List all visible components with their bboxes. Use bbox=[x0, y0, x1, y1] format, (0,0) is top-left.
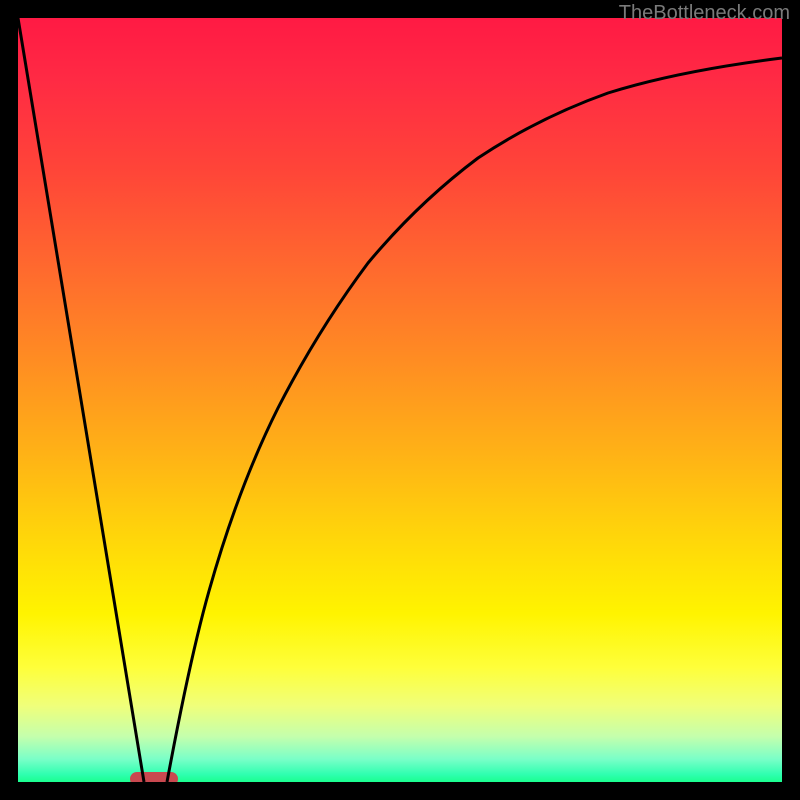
plot-area bbox=[18, 18, 782, 782]
chart-curves bbox=[18, 18, 782, 782]
right-curve bbox=[167, 58, 782, 782]
chart-container: TheBottleneck.com bbox=[0, 0, 800, 800]
watermark-text: TheBottleneck.com bbox=[619, 2, 790, 25]
left-line bbox=[18, 18, 144, 782]
